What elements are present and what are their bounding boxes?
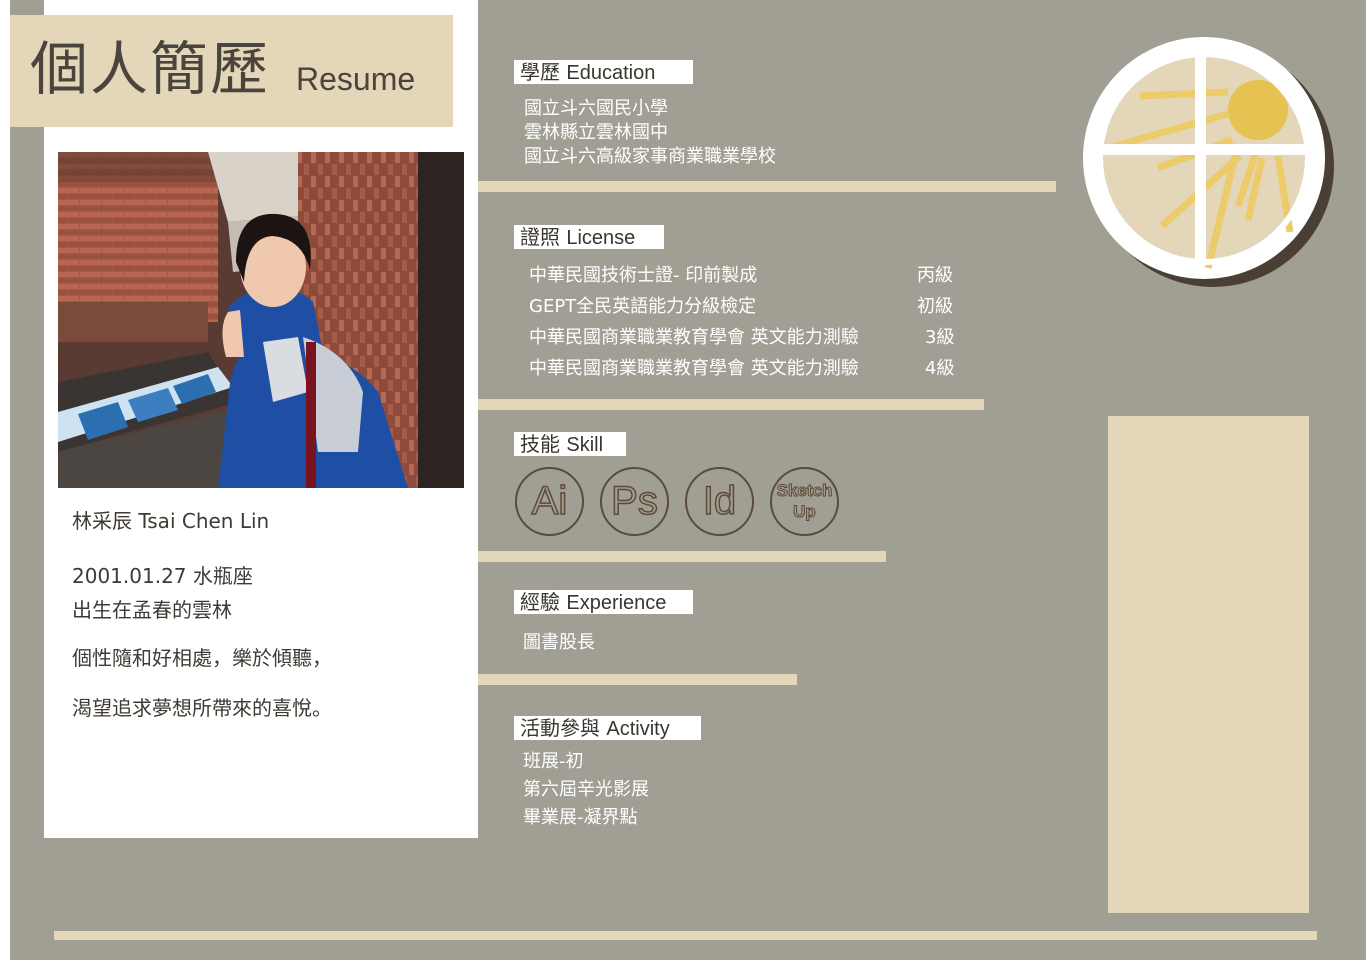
section-label-en: Activity (606, 718, 670, 740)
profile-birthplace: 出生在孟春的雲林 (72, 598, 232, 622)
skill-badge-text: Up (793, 501, 817, 521)
section-label-cn: 經驗 (520, 590, 560, 614)
license-name: 中華民國商業職業教育學會 英文能力測驗 (529, 358, 859, 379)
license-level: 3級 (925, 327, 955, 348)
section-label-cn: 證照 (520, 225, 560, 249)
profile-aspiration: 渴望追求夢想所帶來的喜悅。 (72, 696, 332, 720)
activity-item: 班展-初 (523, 751, 584, 772)
profile-name: 林采辰 Tsai Chen Lin (72, 509, 270, 533)
skill-badge-illustrator: Ai (515, 467, 584, 536)
section-label-cn: 活動參與 (520, 716, 600, 740)
activity-item: 第六屆辛光影展 (523, 779, 649, 800)
profile-personality: 個性隨和好相處，樂於傾聽， (72, 646, 332, 670)
page-title: 個人簡歷 (30, 35, 271, 103)
profile-photo (58, 152, 464, 488)
skill-badge-sketchup: Sketch Up (770, 467, 839, 536)
skill-badge-indesign: Id (685, 467, 754, 536)
section-label-license: 證照 License (514, 225, 664, 249)
education-item: 國立斗六國民小學 (524, 98, 668, 119)
profile-birth: 2001.01.27 水瓶座 (72, 564, 253, 588)
education-item: 國立斗六高級家事商業職業學校 (524, 146, 776, 167)
section-divider (478, 551, 886, 562)
license-name: 中華民國商業職業教育學會 英文能力測驗 (529, 327, 859, 348)
section-label-en: Skill (566, 434, 604, 456)
license-name: GEPT全民英語能力分級檢定 (529, 296, 757, 317)
page-title-english: Resume (296, 61, 416, 97)
skill-badge-text: Sketch (776, 481, 833, 501)
section-label-experience: 經驗 Experience (514, 590, 693, 614)
skill-badge-text: Ai (531, 478, 568, 524)
license-level: 4級 (925, 358, 955, 379)
education-item: 雲林縣立雲林國中 (524, 122, 668, 143)
decorative-panel (1108, 416, 1309, 913)
section-label-en: License (566, 227, 636, 249)
experience-item: 圖書股長 (523, 632, 595, 653)
skill-badge-text: Id (702, 478, 737, 524)
footer-divider (54, 931, 1317, 940)
license-name: 中華民國技術士證- 印前製成 (529, 265, 758, 286)
license-level: 丙級 (917, 265, 953, 286)
section-divider (478, 181, 1056, 192)
activity-item: 畢業展-凝界點 (523, 807, 638, 828)
skill-badge-photoshop: Ps (600, 467, 669, 536)
skill-badge-text: Ps (610, 478, 658, 524)
section-label-en: Experience (566, 592, 667, 614)
section-divider (478, 674, 797, 685)
section-label-cn: 技能 (520, 432, 560, 456)
section-label-en: Education (566, 62, 656, 84)
section-divider (478, 399, 984, 410)
section-label-skill: 技能 Skill (514, 432, 626, 456)
section-label-cn: 學歷 (520, 60, 560, 84)
section-label-activity: 活動參與 Activity (514, 716, 701, 740)
license-level: 初級 (917, 296, 953, 317)
window-sun-icon (1083, 37, 1334, 287)
section-label-education: 學歷 Education (514, 60, 693, 84)
